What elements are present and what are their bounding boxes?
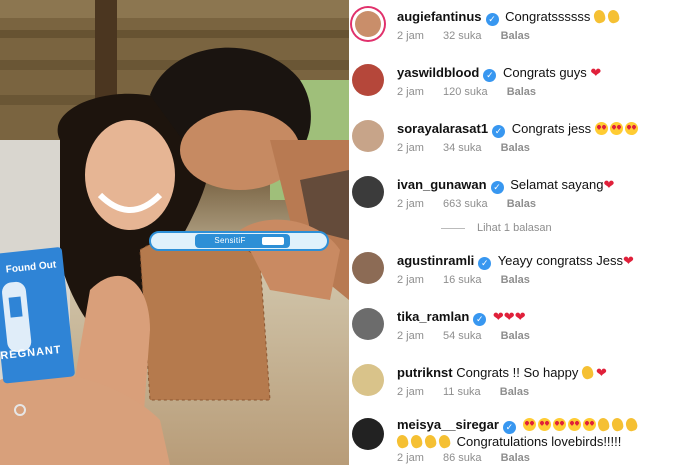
comment-time: 2 jam	[397, 452, 424, 464]
heart-eyes-emoji-icon	[594, 122, 608, 135]
comment-time: 2 jam	[397, 198, 424, 210]
clap-emoji-icon	[592, 8, 607, 25]
reply-button[interactable]: Balas	[500, 386, 529, 398]
like-count[interactable]: 86 suka	[443, 452, 482, 464]
comment-text: Yeayy congratss Jess	[497, 253, 623, 268]
comment-item: putriknst Congrats !! So happy ❤ 2 jam 1…	[349, 356, 700, 416]
verified-badge-icon: ✓	[492, 125, 506, 138]
reply-button[interactable]: Balas	[501, 142, 530, 154]
clap-emoji-icon	[423, 433, 438, 450]
clap-emoji-icon	[610, 416, 625, 433]
like-count[interactable]: 34 suka	[443, 142, 482, 154]
comment-text: Selamat sayang	[510, 177, 604, 192]
like-count[interactable]: 120 suka	[443, 86, 488, 98]
verified-badge-icon: ✓	[473, 313, 487, 326]
username[interactable]: augiefantinus	[397, 9, 482, 24]
comment-text: Congratulations lovebirds!!!!!	[456, 434, 622, 449]
heart-eyes-emoji-icon	[537, 418, 551, 431]
heart-eyes-emoji-icon	[582, 418, 596, 431]
clap-emoji-icon	[395, 433, 410, 450]
reply-button[interactable]: Balas	[507, 198, 536, 210]
view-replies-link[interactable]: Lihat 1 balasan	[397, 222, 552, 234]
post-photo: SensitiF Found Out REGNANT	[0, 0, 349, 465]
avatar[interactable]	[352, 418, 384, 450]
avatar[interactable]	[352, 308, 384, 340]
avatar[interactable]	[352, 120, 384, 152]
clap-emoji-icon	[437, 433, 452, 450]
comment-text: Congrats jess	[511, 121, 592, 136]
reply-button[interactable]: Balas	[501, 30, 530, 42]
verified-badge-icon: ✓	[483, 69, 497, 82]
comment-time: 2 jam	[397, 330, 424, 342]
username[interactable]: sorayalarasat1	[397, 121, 488, 136]
comment-item: agustinramli ✓ Yeayy congratss Jess❤ 2 ja…	[349, 244, 700, 304]
heart-emoji-icon: ❤	[503, 309, 515, 324]
heart-eyes-emoji-icon	[567, 418, 581, 431]
avatar[interactable]	[352, 176, 384, 208]
clap-emoji-icon	[624, 416, 639, 433]
test-brand-label: SensitiF	[214, 236, 246, 245]
verified-badge-icon: ✓	[490, 181, 504, 194]
heart-eyes-emoji-icon	[609, 122, 623, 135]
avatar[interactable]	[352, 64, 384, 96]
comment-text: Congrats guys	[502, 65, 587, 80]
heart-emoji-icon: ❤	[492, 309, 504, 324]
like-count[interactable]: 663 suka	[443, 198, 488, 210]
comment-text: Congratssssss	[505, 9, 591, 24]
comment-item: ivan_gunawan ✓ Selamat sayang❤ 2 jam 663 …	[349, 168, 700, 228]
heart-eyes-emoji-icon	[552, 418, 566, 431]
avatar[interactable]	[352, 364, 384, 396]
heart-emoji-icon: ❤	[603, 177, 615, 192]
heart-eyes-emoji-icon	[522, 418, 536, 431]
username[interactable]: putriknst	[397, 365, 453, 380]
comment-item: meisya__siregar ✓ Congratulations lovebir…	[349, 408, 700, 465]
comment-time: 2 jam	[397, 274, 424, 286]
username[interactable]: yaswildblood	[397, 65, 479, 80]
username[interactable]: agustinramli	[397, 253, 474, 268]
like-count[interactable]: 11 suka	[443, 386, 481, 398]
avatar[interactable]	[352, 252, 384, 284]
heart-emoji-icon: ❤	[622, 253, 634, 268]
heart-emoji-icon: ❤	[514, 309, 526, 324]
heart-emoji-icon: ❤	[590, 65, 602, 80]
verified-badge-icon: ✓	[485, 13, 499, 26]
heart-eyes-emoji-icon	[624, 122, 638, 135]
comment-item: augiefantinus ✓ Congratssssss 2 jam 32 su…	[349, 0, 700, 60]
clap-emoji-icon	[606, 8, 621, 25]
clap-emoji-icon	[596, 416, 611, 433]
clap-emoji-icon	[409, 433, 424, 450]
reply-button[interactable]: Balas	[507, 86, 536, 98]
comment-time: 2 jam	[397, 86, 424, 98]
like-count[interactable]: 32 suka	[443, 30, 482, 42]
couple-photo-illustration	[0, 0, 349, 465]
comment-time: 2 jam	[397, 386, 424, 398]
clap-emoji-icon	[580, 364, 595, 381]
comment-item: tika_ramlan ✓ ❤❤❤ 2 jam 54 suka Balas	[349, 300, 700, 360]
comments-panel: augiefantinus ✓ Congratssssss 2 jam 32 su…	[349, 0, 700, 465]
reply-button[interactable]: Balas	[501, 274, 530, 286]
username[interactable]: ivan_gunawan	[397, 177, 487, 192]
username[interactable]: meisya__siregar	[397, 417, 499, 432]
verified-badge-icon: ✓	[478, 257, 492, 270]
like-count[interactable]: 16 suka	[443, 274, 482, 286]
reply-button[interactable]: Balas	[501, 330, 530, 342]
comment-time: 2 jam	[397, 30, 424, 42]
avatar[interactable]	[352, 8, 384, 40]
comment-item: sorayalarasat1 ✓ Congrats jess 2 jam 34 s…	[349, 112, 700, 172]
comment-time: 2 jam	[397, 142, 424, 154]
username[interactable]: tika_ramlan	[397, 309, 469, 324]
heart-emoji-icon: ❤	[596, 365, 607, 380]
comment-item: yaswildblood ✓ Congrats guys ❤ 2 jam 120 …	[349, 56, 700, 116]
like-count[interactable]: 54 suka	[443, 330, 482, 342]
reply-button[interactable]: Balas	[501, 452, 530, 464]
comment-text: Congrats !! So happy	[456, 365, 579, 380]
